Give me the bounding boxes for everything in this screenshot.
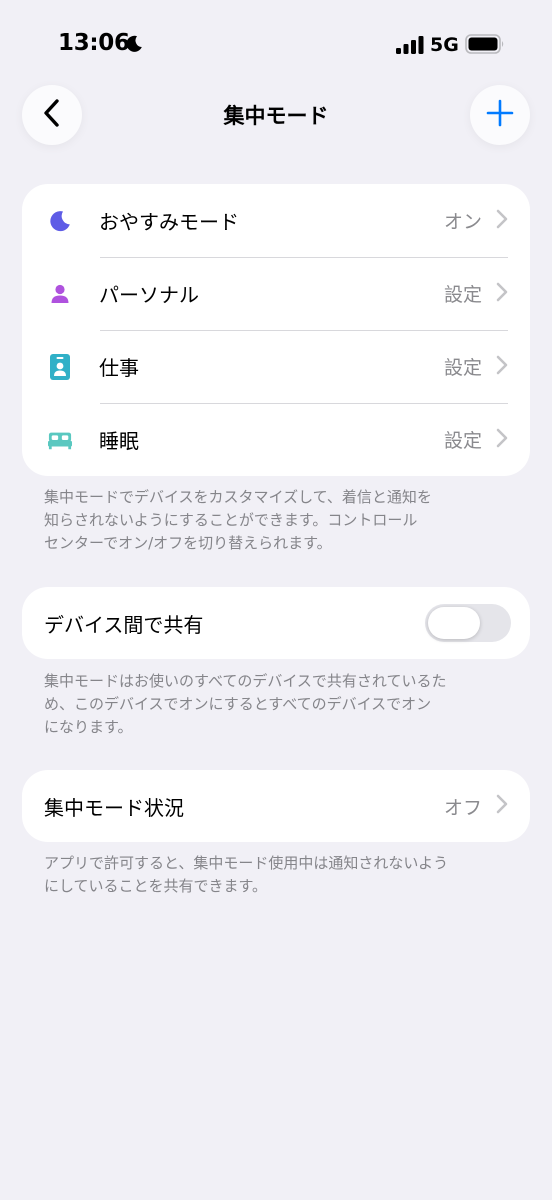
footnote-line: になります。: [44, 718, 133, 736]
share-across-devices-card: デバイス間で共有: [22, 587, 530, 659]
share-across-devices-toggle[interactable]: [425, 604, 511, 642]
focus-status-row[interactable]: 集中モード状況 オフ: [22, 770, 530, 842]
focus-mode-value: 設定: [443, 430, 482, 452]
plus-icon: [485, 98, 515, 132]
focus-mode-value: オン: [443, 211, 482, 233]
signal-icon: [396, 36, 424, 58]
moon-icon: [124, 34, 144, 58]
chevron-right-icon: [496, 428, 508, 452]
footnote-line: センターでオン/オフを切り替えられます。: [44, 534, 332, 552]
chevron-right-icon: [496, 355, 508, 379]
footnote-line: にしていることを共有できます。: [44, 877, 268, 895]
footnote-line: アプリで許可すると、集中モード使用中は通知されないよう: [44, 854, 449, 872]
focus-mode-sleep[interactable]: 睡眠 設定: [22, 403, 530, 476]
focus-status-label: 集中モード状況: [44, 795, 184, 820]
focus-mode-label: 睡眠: [99, 429, 139, 453]
footnote-line: 集中モードはお使いのすべてのデバイスで共有されているた: [44, 672, 447, 690]
focus-mode-label: おやすみモード: [99, 210, 239, 234]
focus-footnote: 集中モードでデバイスをカスタマイズして、着信と通知を 知らされないようにすること…: [44, 486, 514, 555]
add-focus-button[interactable]: [470, 85, 530, 145]
status-time: 13:06: [58, 30, 130, 56]
chevron-right-icon: [496, 794, 508, 818]
focus-modes-list: おやすみモード オン パーソナル 設定 仕事 設定 睡眠 設定: [22, 184, 530, 476]
footnote-line: め、このデバイスでオンにするとすべてのデバイスでオン: [44, 695, 432, 713]
focus-mode-personal[interactable]: パーソナル 設定: [22, 257, 530, 330]
focus-mode-do-not-disturb[interactable]: おやすみモード オン: [22, 184, 530, 257]
share-across-devices-label: デバイス間で共有: [44, 612, 204, 637]
status-bar: 13:06 5G: [0, 0, 552, 88]
battery-icon: [465, 34, 505, 58]
status-footnote: アプリで許可すると、集中モード使用中は通知されないよう にしていることを共有でき…: [44, 852, 514, 898]
focus-status-card: 集中モード状況 オフ: [22, 770, 530, 842]
focus-mode-label: 仕事: [99, 356, 139, 380]
id-badge-icon: [48, 353, 72, 380]
focus-settings-screen: 13:06 5G 集中モード おやすみモード オン パーソナル 設定 仕事 設定…: [0, 0, 552, 1200]
moon-icon: [48, 209, 72, 233]
bed-icon: [48, 428, 72, 452]
footnote-line: 知らされないようにすることができます。コントロール: [44, 511, 418, 529]
footnote-line: 集中モードでデバイスをカスタマイズして、着信と通知を: [44, 488, 432, 506]
chevron-right-icon: [496, 282, 508, 306]
person-icon: [48, 282, 72, 306]
focus-mode-value: 設定: [443, 357, 482, 379]
toggle-knob: [428, 607, 480, 639]
focus-mode-work[interactable]: 仕事 設定: [22, 330, 530, 403]
share-footnote: 集中モードはお使いのすべてのデバイスで共有されているた め、このデバイスでオンに…: [44, 670, 514, 739]
chevron-right-icon: [496, 209, 508, 233]
focus-mode-value: 設定: [443, 284, 482, 306]
focus-mode-label: パーソナル: [99, 283, 199, 307]
network-type: 5G: [430, 34, 459, 56]
share-across-devices-row: デバイス間で共有: [22, 587, 530, 659]
focus-status-value: オフ: [443, 796, 482, 819]
